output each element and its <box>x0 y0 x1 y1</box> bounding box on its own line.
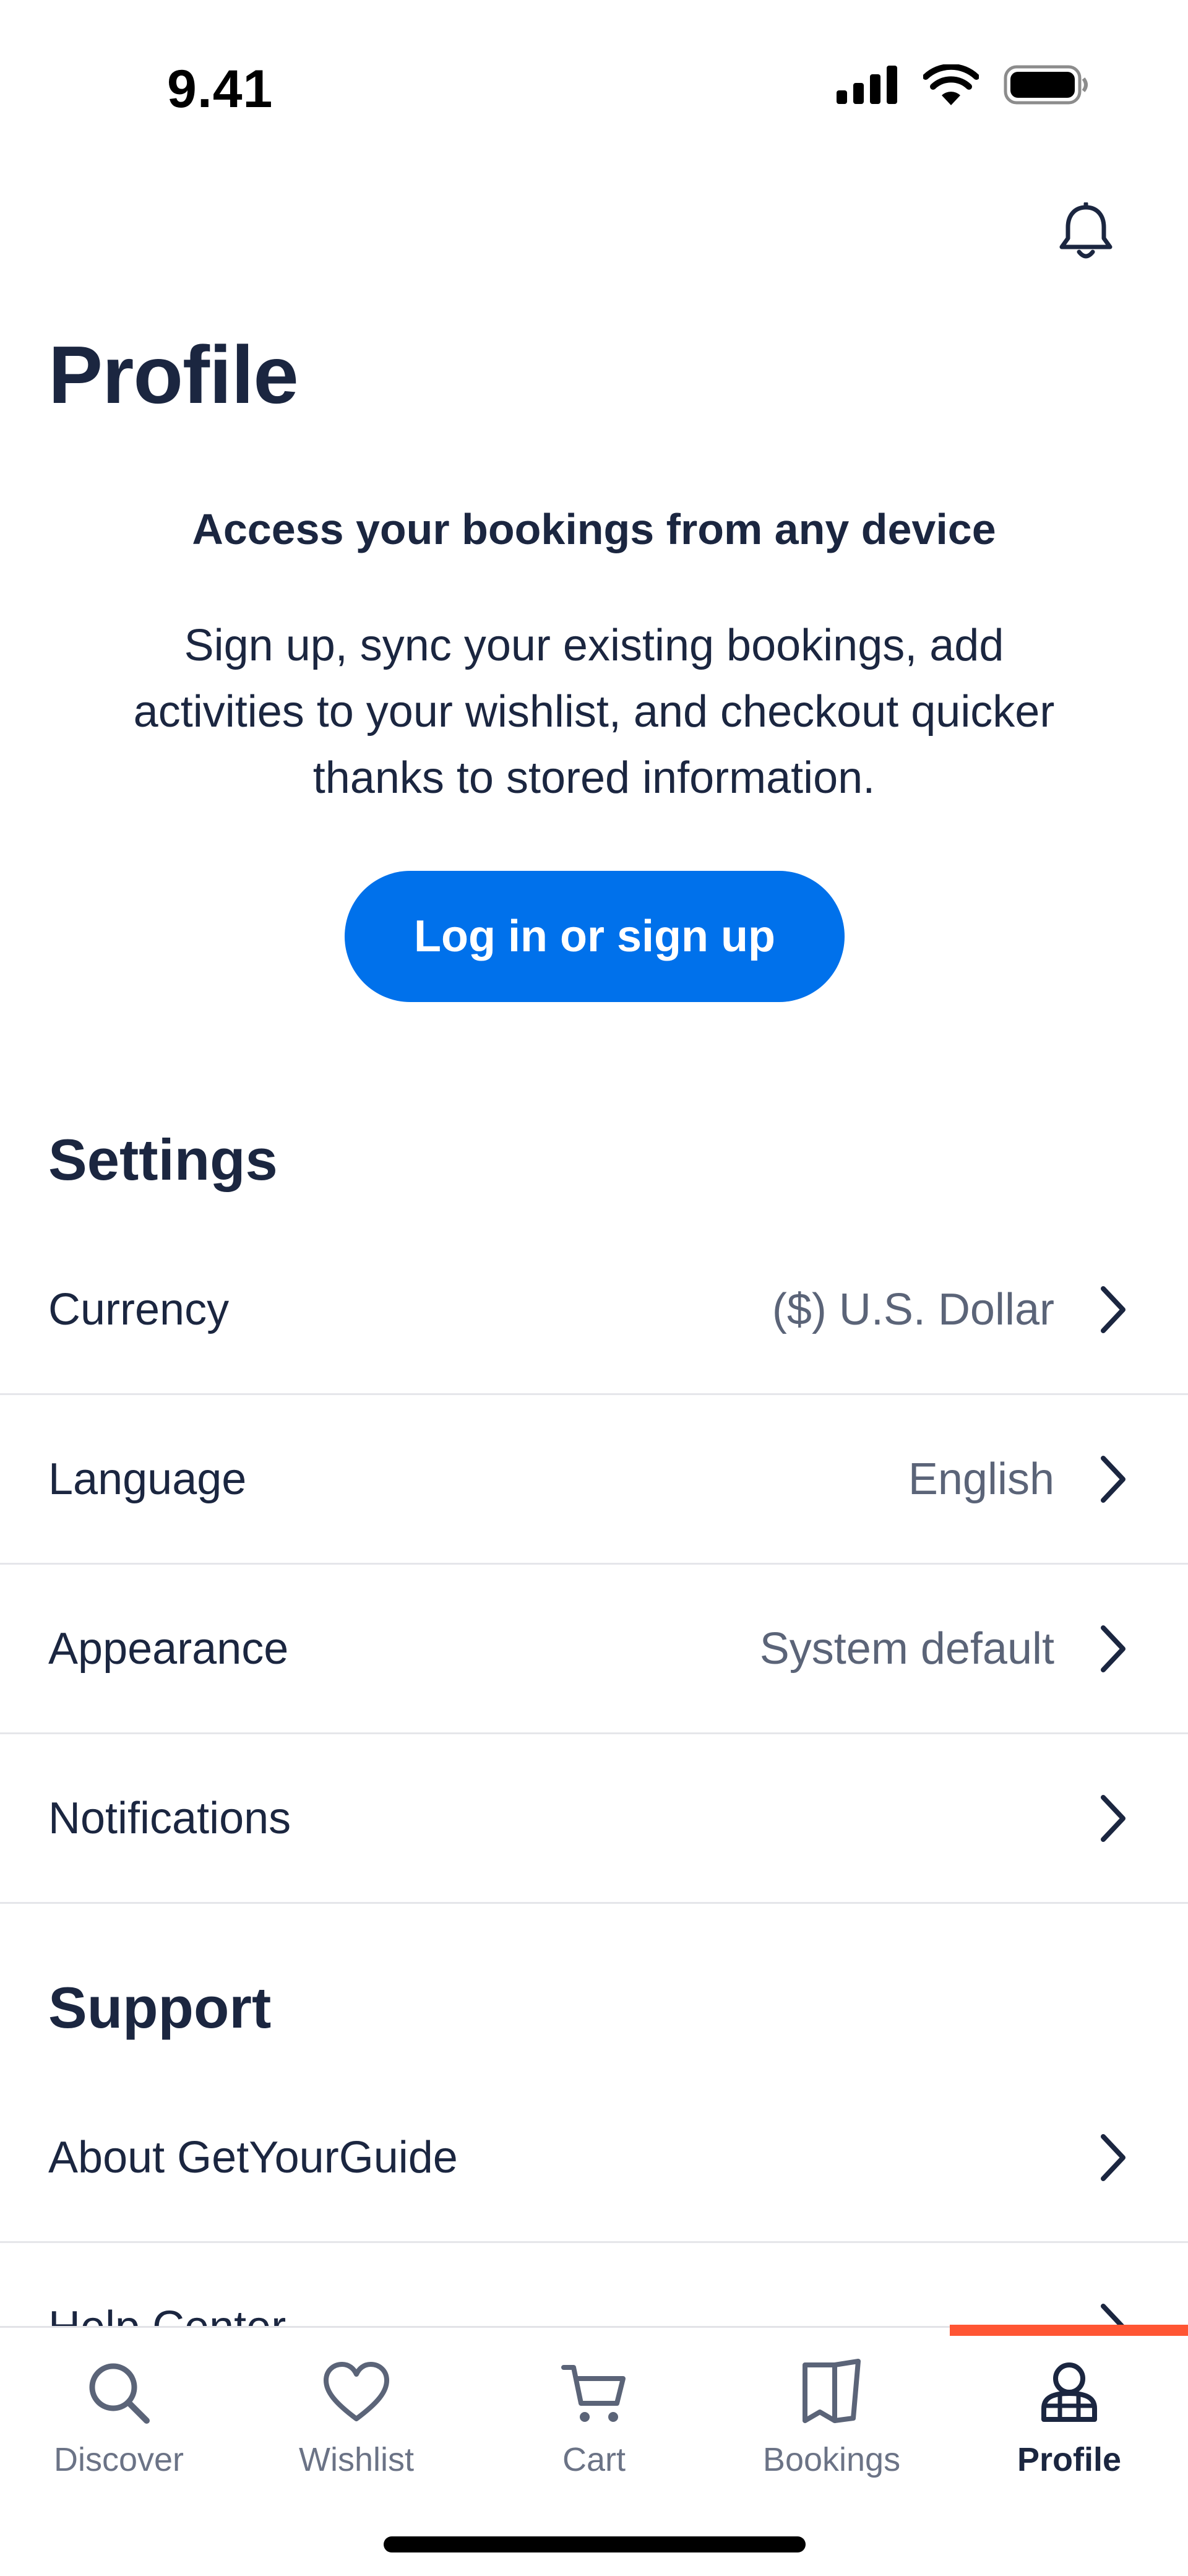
tab-discover[interactable]: Discover <box>0 2353 238 2501</box>
settings-row-currency[interactable]: Currency ($) U.S. Dollar <box>0 1225 1188 1395</box>
status-bar: 9.41 <box>0 0 1188 173</box>
profile-icon <box>1035 2353 1103 2433</box>
tab-profile[interactable]: Profile <box>950 2353 1188 2501</box>
chevron-right-icon <box>1093 1621 1132 1677</box>
promo-body: Sign up, sync your existing bookings, ad… <box>133 621 1055 803</box>
row-label: Language <box>48 1454 247 1504</box>
row-label: About GetYourGuide <box>48 2132 458 2182</box>
wifi-icon <box>923 64 979 105</box>
profile-screen: 9.41 Profile Access your bookings from a… <box>0 0 1188 2576</box>
page-title: Profile <box>48 329 299 420</box>
settings-row-language[interactable]: Language English <box>0 1395 1188 1565</box>
row-label: Appearance <box>48 1623 289 1674</box>
tab-label: Cart <box>562 2441 626 2478</box>
tab-bookings[interactable]: Bookings <box>713 2353 950 2501</box>
row-value: ($) U.S. Dollar <box>772 1284 1054 1334</box>
tab-label: Profile <box>1017 2441 1122 2478</box>
active-tab-indicator <box>950 2325 1188 2336</box>
settings-row-appearance[interactable]: Appearance System default <box>0 1565 1188 1734</box>
tab-label: Bookings <box>762 2441 901 2478</box>
tab-label: Wishlist <box>299 2441 414 2478</box>
chevron-right-icon <box>1093 2130 1132 2185</box>
bell-icon <box>1059 202 1113 259</box>
cart-icon <box>560 2353 628 2433</box>
row-label: Currency <box>48 1284 230 1334</box>
row-label: Notifications <box>48 1793 291 1843</box>
support-title: Support <box>48 1975 272 2040</box>
home-indicator <box>384 2536 806 2552</box>
heart-icon <box>322 2353 390 2433</box>
tab-bar: Discover Wishlist Cart Bookings Profile <box>0 2325 1188 2576</box>
cellular-signal-icon <box>837 66 897 104</box>
tab-wishlist[interactable]: Wishlist <box>238 2353 475 2501</box>
chevron-right-icon <box>1093 1791 1132 1846</box>
support-row-about[interactable]: About GetYourGuide <box>0 2073 1188 2243</box>
status-time: 9.41 <box>167 59 273 119</box>
row-value: English <box>908 1454 1054 1504</box>
settings-row-notifications[interactable]: Notifications <box>0 1734 1188 1904</box>
search-icon <box>85 2353 153 2433</box>
login-signup-button[interactable]: Log in or sign up <box>345 871 845 1002</box>
settings-title: Settings <box>48 1127 278 1192</box>
ticket-icon <box>798 2353 866 2433</box>
battery-icon <box>1004 65 1088 105</box>
promo-heading: Access your bookings from any device <box>192 505 996 553</box>
chevron-right-icon <box>1093 1451 1132 1507</box>
chevron-right-icon <box>1093 1282 1132 1338</box>
tab-label: Discover <box>53 2441 184 2478</box>
status-icons <box>837 64 1089 105</box>
notifications-button[interactable] <box>1052 198 1120 266</box>
row-value: System default <box>759 1623 1054 1674</box>
tab-cart[interactable]: Cart <box>475 2353 713 2501</box>
